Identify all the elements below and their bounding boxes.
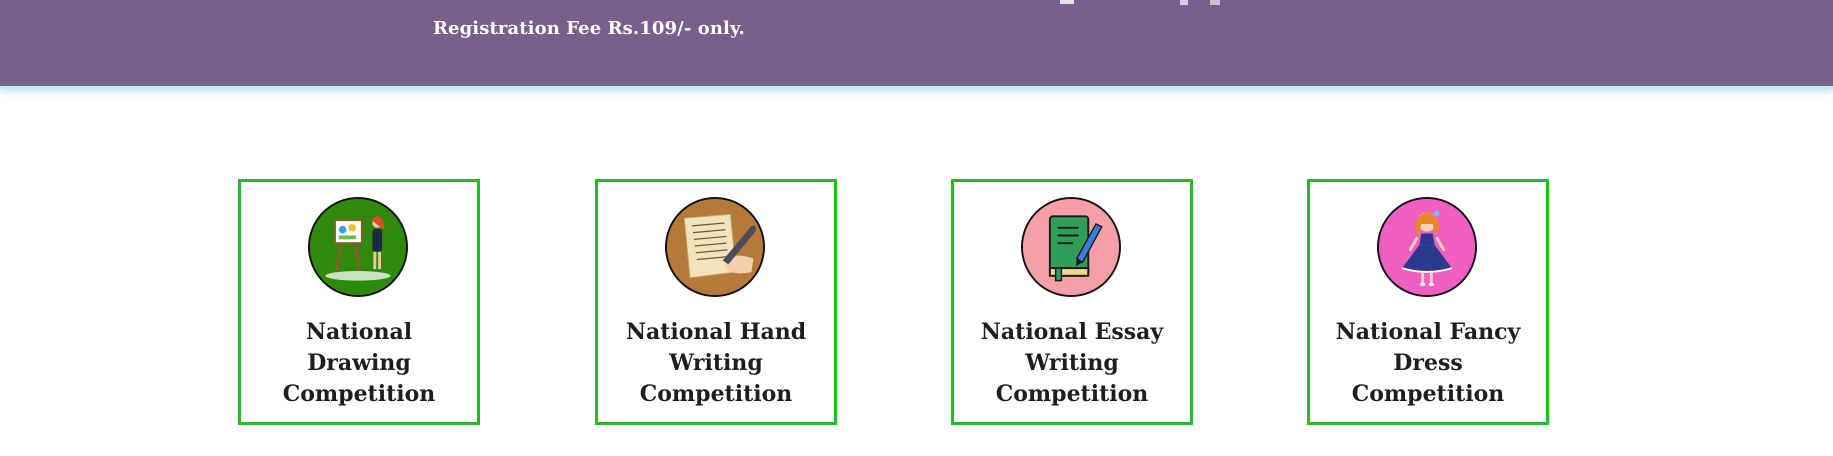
card-drawing-competition[interactable]: National Drawing Competition [238,179,480,425]
competition-cards: National Drawing Competition National Ha… [0,179,1833,425]
top-banner: Registration Fee Rs.109/- only. [0,0,1833,89]
registration-fee-text: Registration Fee Rs.109/- only. [433,18,745,39]
card-label: National Hand Writing Competition [625,319,807,407]
essay-book-pen-icon [1021,197,1121,297]
fancy-dress-girl-icon [1377,197,1477,297]
card-essay-writing-competition[interactable]: National Essay Writing Competition [951,179,1193,425]
card-label: National Drawing Competition [282,319,436,407]
card-fancy-dress-competition[interactable]: National Fancy Dress Competition [1307,179,1549,425]
banner-decoration [1060,0,1220,5]
card-hand-writing-competition[interactable]: National Hand Writing Competition [595,179,837,425]
card-label: National Essay Writing Competition [980,319,1164,407]
handwriting-quill-icon [665,197,765,297]
card-label: National Fancy Dress Competition [1335,319,1521,407]
painter-easel-icon [308,197,408,297]
